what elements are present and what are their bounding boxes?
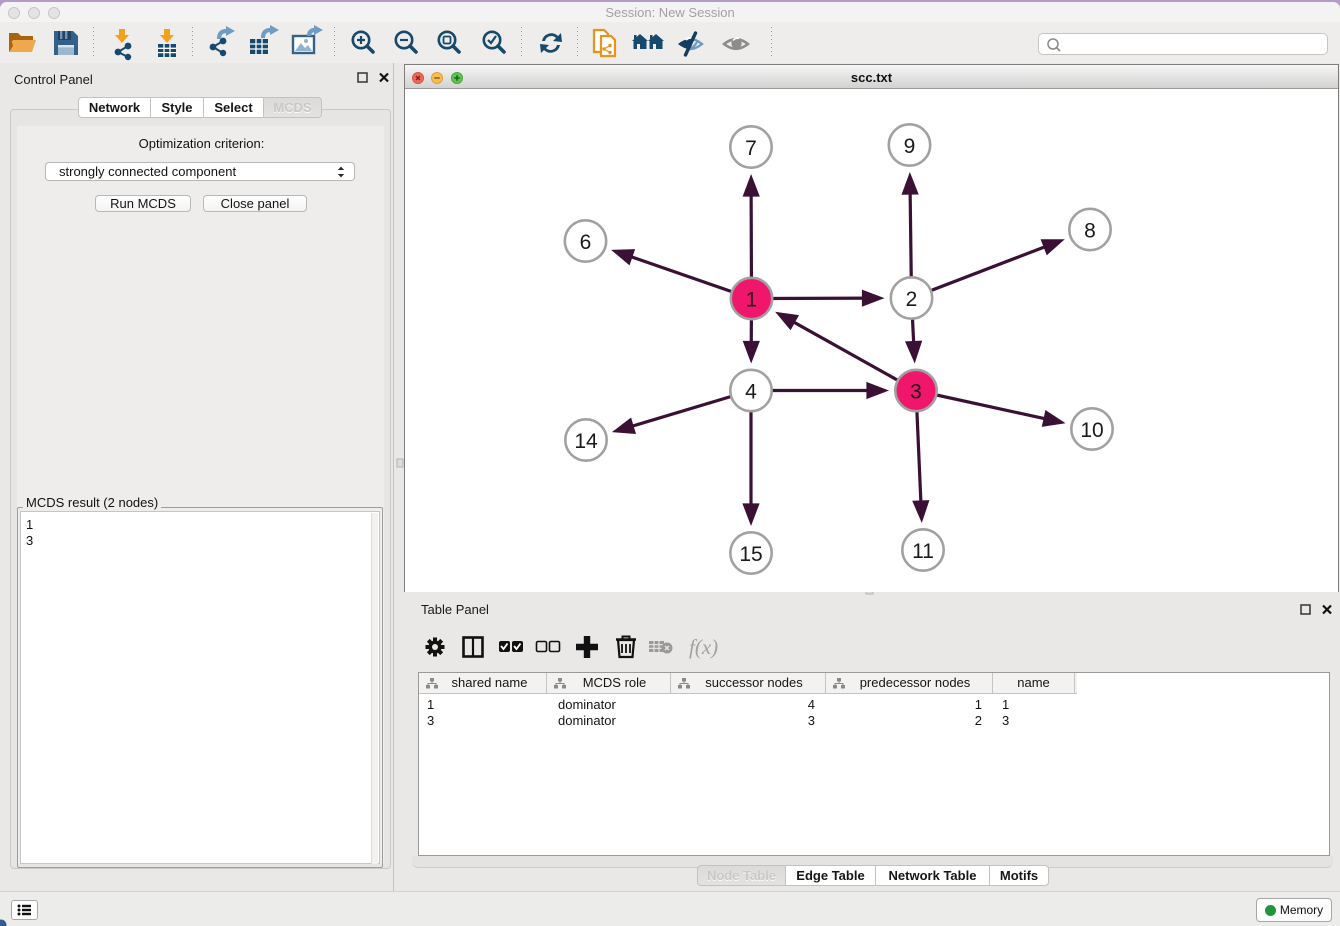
svg-text:10: 10 <box>1080 419 1103 442</box>
svg-text:15: 15 <box>739 543 762 566</box>
svg-text:14: 14 <box>574 430 598 453</box>
svg-text:1: 1 <box>746 289 758 312</box>
svg-text:6: 6 <box>580 231 592 254</box>
svg-text:9: 9 <box>904 135 916 158</box>
svg-text:11: 11 <box>912 540 934 563</box>
svg-text:f(x): f(x) <box>689 635 718 659</box>
svg-text:4: 4 <box>745 381 757 404</box>
svg-text:2: 2 <box>906 288 918 311</box>
svg-text:3: 3 <box>910 381 922 404</box>
svg-text:7: 7 <box>745 137 757 160</box>
svg-text:8: 8 <box>1084 220 1096 243</box>
